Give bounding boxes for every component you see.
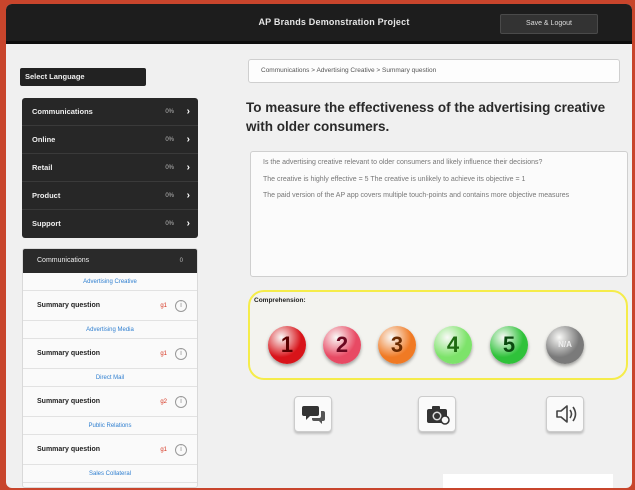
question-label: Summary question [37,350,101,357]
info-icon[interactable]: i [175,348,187,360]
category-online[interactable]: Online 0% › [22,126,198,154]
rating-button-4[interactable]: 4 [434,326,472,364]
category-support[interactable]: Support 0% › [22,210,198,238]
category-label: Product [32,191,61,200]
question-score: g1 [160,447,167,453]
group-label: Public Relations [23,417,197,435]
category-list: Communications 0% › Online 0% › Retail 0… [22,98,198,238]
rating-button-2[interactable]: 2 [323,326,361,364]
section-title: Communications [37,257,90,264]
category-product[interactable]: Product 0% › [22,182,198,210]
info-icon[interactable]: i [175,444,187,456]
group-label: Advertising Creative [23,273,197,291]
top-bar: AP Brands Demonstration Project Save & L… [6,4,632,44]
category-label: Retail [32,163,53,172]
description-line: The paid version of the AP app covers mu… [263,192,570,199]
rating-button-5[interactable]: 5 [490,326,528,364]
info-icon[interactable]: i [175,300,187,312]
question-score: g2 [160,399,167,405]
camera-icon [427,406,450,425]
select-language-button[interactable]: Select Language [20,68,146,86]
comment-icon [302,406,325,424]
question-score: g1 [160,303,167,309]
section-panel: Communications 0 Advertising Creative Su… [22,248,198,488]
section-header[interactable]: Communications 0 [23,249,197,273]
question-label: Summary question [37,302,101,309]
category-label: Online [32,135,56,144]
rating-button-na[interactable]: N/A [546,326,584,364]
category-progress: 0% [165,137,174,143]
category-progress: 0% [165,221,174,227]
list-item[interactable]: Summary question g1 i [23,339,197,369]
list-item[interactable]: Summary question g2 i [23,387,197,417]
chevron-right-icon: › [186,106,190,117]
description-line: The creative is highly effective = 5 The… [263,175,526,183]
description-line: Is the advertising creative relevant to … [263,159,543,166]
group-label: Direct Mail [23,369,197,387]
group-label: Advertising Media [23,321,197,339]
comment-button[interactable] [294,396,332,432]
rating-button-1[interactable]: 1 [268,326,306,364]
audio-button[interactable] [546,396,584,432]
question-label: Summary question [37,446,101,453]
chevron-right-icon: › [186,134,190,145]
question-description: Is the advertising creative relevant to … [250,151,628,277]
category-progress: 0% [165,109,174,115]
section-progress: 0 [179,258,183,264]
category-retail[interactable]: Retail 0% › [22,154,198,182]
chevron-right-icon: › [186,162,190,173]
info-icon[interactable]: i [175,396,187,408]
save-logout-button[interactable]: Save & Logout [500,14,598,34]
question-label: Summary question [37,398,101,405]
footer-area [443,474,613,488]
question-score: g1 [160,351,167,357]
chevron-right-icon: › [186,190,190,201]
category-label: Support [32,219,61,228]
chevron-right-icon: › [186,218,190,229]
speaker-icon [556,405,577,423]
comprehension-label: Comprehension: [254,297,306,304]
list-item[interactable]: Summary question g1 i [23,435,197,465]
category-communications[interactable]: Communications 0% › [22,98,198,126]
comprehension-panel: Comprehension: 1 2 3 4 5 N/A [248,290,628,380]
rating-button-3[interactable]: 3 [378,326,416,364]
list-item[interactable]: Summary question g1 i [23,291,197,321]
breadcrumb: Communications > Advertising Creative > … [248,59,620,83]
category-progress: 0% [165,165,174,171]
category-label: Communications [32,107,93,116]
page-title: To measure the effectiveness of the adve… [246,100,606,134]
category-progress: 0% [165,193,174,199]
camera-button[interactable] [418,396,456,432]
group-label: Sales Collateral [23,465,197,483]
